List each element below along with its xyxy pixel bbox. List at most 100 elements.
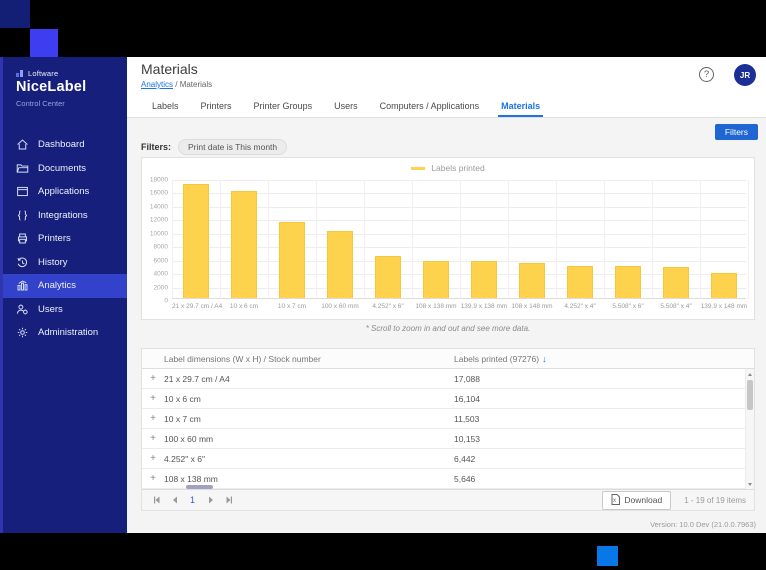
cell-labels-printed: 11,503 — [454, 413, 480, 424]
x-axis-tick: 4.252" x 4" — [564, 303, 596, 310]
sidebar-item-label: Dashboard — [38, 139, 85, 151]
bar-139.9-x-148-mm[interactable] — [711, 272, 737, 299]
tab-computers-applications[interactable]: Computers / Applications — [369, 94, 491, 117]
table-row: +4.252" x 6" 6,442 — [142, 449, 754, 469]
svg-text:x: x — [613, 498, 616, 504]
cell-dimensions: 10 x 7 cm — [164, 413, 201, 424]
tab-labels[interactable]: Labels — [141, 94, 190, 117]
bar-100-x-60-mm[interactable] — [327, 230, 353, 299]
bar-4.252-x-4-[interactable] — [567, 266, 593, 299]
first-page-button[interactable] — [148, 493, 165, 508]
expand-row-icon[interactable]: + — [142, 433, 164, 444]
table-header-dimensions[interactable]: Label dimensions (W x H) / Stock number — [164, 354, 454, 364]
tab-materials[interactable]: Materials — [490, 94, 551, 117]
help-icon[interactable]: ? — [699, 67, 714, 82]
expand-row-icon[interactable]: + — [142, 453, 164, 464]
product-name: NiceLabel — [16, 79, 87, 95]
expand-row-icon[interactable]: + — [142, 373, 164, 384]
scroll-down-icon[interactable] — [746, 480, 754, 488]
filters-button[interactable]: Filters — [714, 124, 758, 140]
gridline — [172, 233, 746, 235]
bar-5.508-x-4-[interactable] — [663, 267, 689, 299]
sidebar-item-label: Documents — [38, 162, 87, 174]
bar-10-x-7-cm[interactable] — [279, 221, 305, 299]
x-axis-tick: 5.508" x 6" — [612, 303, 644, 310]
gridline — [172, 260, 746, 262]
sidebar-item-label: Users — [38, 303, 63, 315]
tab-printers[interactable]: Printers — [190, 94, 243, 117]
sidebar-item-history[interactable]: History — [3, 251, 127, 275]
braces-icon — [16, 209, 29, 222]
sidebar: Loftware NiceLabel Control Center Dashbo… — [0, 57, 127, 533]
breadcrumb-separator: / — [173, 80, 180, 89]
bar-108-x-138-mm[interactable] — [423, 261, 449, 299]
y-axis-tick: 0 — [164, 297, 168, 305]
y-axis-tick: 18000 — [149, 176, 168, 184]
decor-square-navy — [0, 0, 30, 28]
sidebar-item-printers[interactable]: Printers — [3, 227, 127, 251]
materials-table: Label dimensions (W x H) / Stock number … — [141, 348, 755, 511]
chart-icon — [16, 279, 29, 292]
gridline — [700, 180, 701, 299]
page-number[interactable]: 1 — [184, 495, 201, 505]
sidebar-item-users[interactable]: Users — [3, 298, 127, 322]
sidebar-item-documents[interactable]: Documents — [3, 157, 127, 181]
y-axis-tick: 10000 — [149, 230, 168, 238]
window-icon — [16, 185, 29, 198]
scroll-up-icon[interactable] — [746, 370, 754, 378]
last-page-button[interactable] — [220, 493, 237, 508]
breadcrumb-analytics-link[interactable]: Analytics — [141, 80, 173, 89]
horizontal-scroll-thumb[interactable] — [186, 485, 213, 489]
sidebar-item-analytics[interactable]: Analytics — [3, 274, 127, 298]
cell-labels-printed: 16,104 — [454, 393, 480, 404]
bar-5.508-x-6-[interactable] — [615, 266, 641, 299]
sidebar-item-integrations[interactable]: Integrations — [3, 204, 127, 228]
expand-row-icon[interactable]: + — [142, 393, 164, 404]
cell-dimensions: 108 x 138 mm — [164, 473, 218, 484]
decor-square-bottom — [597, 546, 618, 566]
cell-dimensions: 4.252" x 6" — [164, 453, 206, 464]
gridline — [172, 220, 746, 222]
sidebar-item-label: History — [38, 256, 68, 268]
expand-row-icon[interactable]: + — [142, 473, 164, 484]
sidebar-item-administration[interactable]: Administration — [3, 321, 127, 345]
home-icon — [16, 138, 29, 151]
expand-row-icon[interactable]: + — [142, 413, 164, 424]
bar-21-x-29.7-cm-a4[interactable] — [183, 184, 209, 299]
gridline — [652, 180, 653, 299]
table-rows: +21 x 29.7 cm / A4 17,088 +10 x 6 cm 16,104… — [142, 369, 754, 489]
users-icon — [16, 303, 29, 316]
tab-users[interactable]: Users — [323, 94, 369, 117]
page-header: Materials Analytics / Materials ? JR — [127, 57, 766, 94]
download-button[interactable]: x Download — [602, 490, 672, 510]
tab-printer-groups[interactable]: Printer Groups — [243, 94, 324, 117]
labels-printed-chart[interactable]: Labels printed 0 2000 4000 6000 8000 10000 120… — [141, 157, 755, 320]
avatar[interactable]: JR — [734, 64, 756, 86]
gridline — [748, 180, 749, 299]
next-page-button[interactable] — [202, 493, 219, 508]
bar-4.252-x-6-[interactable] — [375, 255, 401, 299]
content-area: Filters Filters: Print date is This mont… — [127, 118, 766, 533]
table-header-printed[interactable]: Labels printed (97276) ↓ — [454, 354, 754, 364]
x-axis-tick: 100 x 60 mm — [321, 303, 359, 310]
bar-139.9-x-138-mm[interactable] — [471, 261, 497, 299]
sidebar-item-dashboard[interactable]: Dashboard — [3, 133, 127, 157]
bar-10-x-6-cm[interactable] — [231, 190, 257, 299]
y-axis-tick: 6000 — [153, 257, 168, 265]
table-row: +100 x 60 mm 10,153 — [142, 429, 754, 449]
cell-dimensions: 21 x 29.7 cm / A4 — [164, 373, 230, 384]
filters-row: Filters: Print date is This month — [141, 139, 288, 155]
bar-108-x-148-mm[interactable] — [519, 263, 545, 299]
sidebar-item-applications[interactable]: Applications — [3, 180, 127, 204]
prev-page-button[interactable] — [166, 493, 183, 508]
table-row: +10 x 7 cm 11,503 — [142, 409, 754, 429]
sidebar-item-label: Integrations — [38, 209, 88, 221]
y-axis-tick: 4000 — [153, 270, 168, 278]
cell-labels-printed: 17,088 — [454, 373, 480, 384]
vertical-scrollbar[interactable] — [745, 369, 754, 489]
breadcrumb: Analytics / Materials — [141, 80, 212, 89]
filter-chip-print-date[interactable]: Print date is This month — [178, 139, 288, 155]
legend-label: Labels printed — [431, 163, 485, 173]
cell-labels-printed: 5,646 — [454, 473, 476, 484]
vertical-scroll-thumb[interactable] — [747, 380, 753, 410]
